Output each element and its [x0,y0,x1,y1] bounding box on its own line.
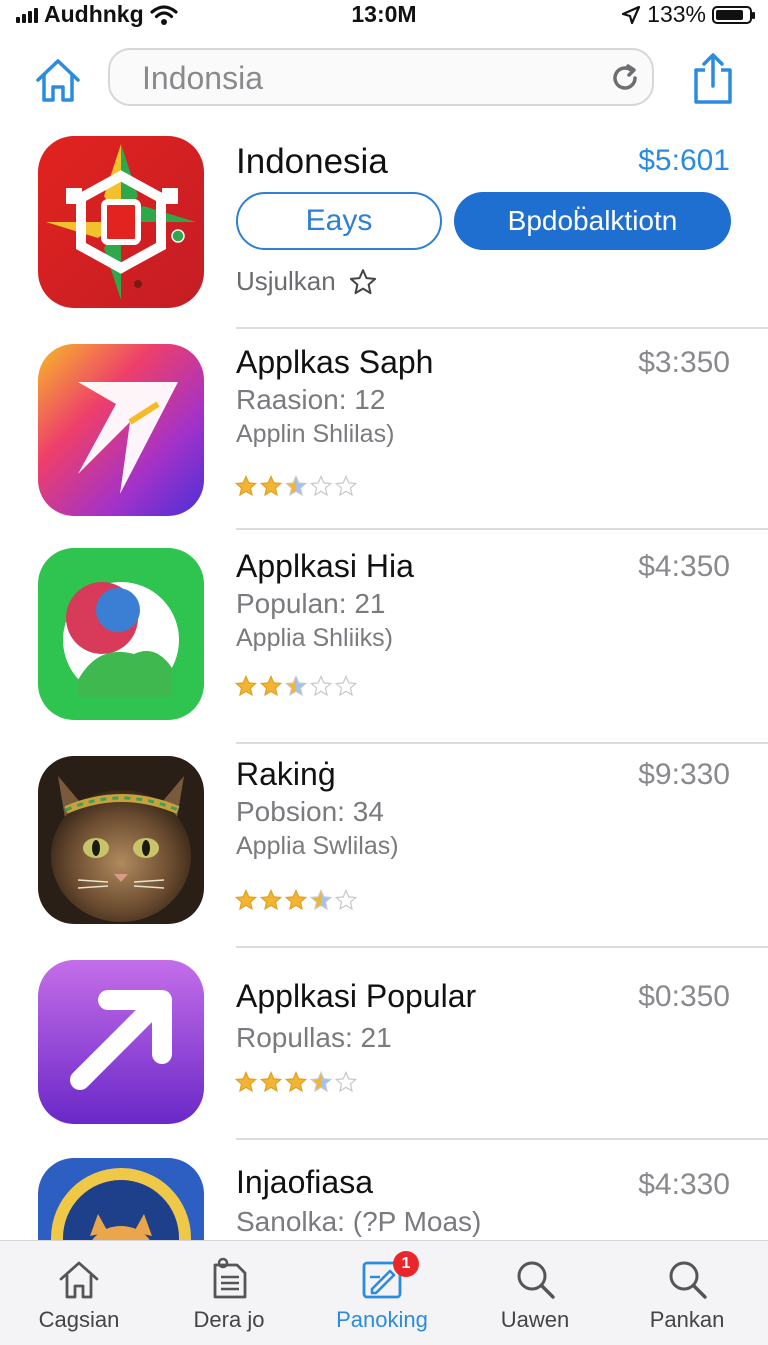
star-half-icon [309,1071,333,1093]
list-item[interactable]: Applkas Saph $3:350 Raasion: 12 Applin S… [0,344,768,524]
notification-badge: 1 [393,1251,419,1277]
featured-subtitle[interactable]: Usjulkan [236,266,378,297]
tab-uawen[interactable]: Uawen [458,1241,612,1345]
tab-label: Cagsian [38,1307,120,1332]
battery-level [716,9,743,20]
list-item[interactable]: Applkasi Popular $0:350 Ropullas: 21 [0,960,768,1130]
star-half-icon [309,889,333,911]
tab-dera-jo[interactable]: Dera jo [152,1241,306,1345]
app-name: Rakinġ [236,756,336,792]
app-rank: Populan: 21 [236,588,386,619]
app-name: Applkasi Popular [236,978,477,1014]
star-filled-icon [234,1071,258,1093]
app-icon-saph[interactable] [38,344,204,516]
featured-solid-button[interactable]: Bpdob̈alktiotn [454,192,731,250]
app-category: Applin Shlilas) [236,420,395,448]
featured-subtitle-label: Usjulkan [236,266,336,296]
search-input[interactable]: Indonsia [108,48,654,106]
star-filled-icon [259,1071,283,1093]
top-nav: Indonsia [0,44,768,116]
list-item[interactable]: Rakinġ $9:330 Pobsion: 34 Applia Swlilas… [0,756,768,936]
app-name: Applkasi Hia [236,548,414,584]
star-half-icon [284,675,308,697]
tab-label: Panoking [336,1307,428,1332]
tab-label: Uawen [500,1307,570,1332]
search-value: Indonsia [142,60,263,96]
app-category: Applia Shliiks) [236,624,394,652]
app-price: $4:350 [638,550,730,583]
tab-label: Pankan [649,1307,725,1332]
app-rank: Sanolka: (?P Moas) [236,1206,482,1237]
star-empty-icon [334,889,358,911]
divider [236,1138,768,1140]
star-filled-icon [234,475,258,497]
divider [236,327,768,329]
app-rank: Pobsion: 34 [236,796,384,827]
app-icon-hia[interactable] [38,548,204,720]
star-filled-icon [234,889,258,911]
app-category: Applia Swlilas) [236,832,399,860]
search-icon [669,1261,707,1299]
app-rank: Ropullas: 21 [236,1022,392,1053]
app-icon-featured[interactable] [38,136,204,308]
app-name: Injaofiasa [236,1164,373,1200]
star-filled-icon [284,1071,308,1093]
rating-stars [234,674,358,698]
search-icon [517,1261,555,1299]
app-price: $3:350 [638,346,730,379]
document-icon [213,1257,247,1299]
app-price: $4:330 [638,1168,730,1201]
star-empty-icon [334,475,358,497]
star-empty-icon [334,675,358,697]
rating-stars [234,1070,358,1094]
divider [236,528,768,530]
status-bar: Audhnkg 13:0M 133% [0,0,768,28]
featured-price: $5:601 [638,144,730,177]
status-right: 133% [621,1,755,28]
star-empty-icon [309,475,333,497]
list-item[interactable]: Injaofiasa $4:330 Sanolka: (?P Moas) [0,1158,768,1240]
divider [236,742,768,744]
app-icon-raking-cat[interactable] [38,756,204,924]
featured-outline-button[interactable]: Eays [236,192,442,250]
rating-stars [234,474,358,498]
divider [236,946,768,948]
star-filled-icon [284,889,308,911]
share-icon[interactable] [690,50,736,106]
rating-stars [234,888,358,912]
featured-app[interactable]: Indonesia $5:601 Eays Bpdob̈alktiotn Usj… [0,136,768,328]
app-icon-injaofiasa[interactable] [38,1158,204,1240]
star-outline-icon[interactable] [348,267,378,297]
reload-icon[interactable] [608,61,642,95]
app-icon-popular[interactable] [38,960,204,1124]
battery-percent: 133% [647,1,706,27]
app-price: $9:330 [638,758,730,791]
star-filled-icon [234,675,258,697]
featured-title: Indonesia [236,142,388,181]
star-empty-icon [309,675,333,697]
star-filled-icon [259,475,283,497]
battery-icon [712,5,755,24]
tab-label: Dera jo [193,1307,265,1332]
app-price: $0:350 [638,980,730,1013]
list-item[interactable]: Applkasi Hia $4:350 Populan: 21 Applia S… [0,548,768,728]
home-icon [59,1261,99,1299]
tab-bar: Cagsian Dera jo 1 Panoking Uawen Pankan [0,1240,768,1345]
star-filled-icon [259,889,283,911]
app-name: Applkas Saph [236,344,434,380]
star-filled-icon [259,675,283,697]
tab-panoking[interactable]: 1 Panoking [305,1241,459,1345]
star-half-icon [284,475,308,497]
star-empty-icon [334,1071,358,1093]
location-arrow-icon [622,5,641,24]
home-icon[interactable] [32,54,84,106]
tab-cagsian[interactable]: Cagsian [2,1241,156,1345]
tab-pankan[interactable]: Pankan [610,1241,764,1345]
app-rank: Raasion: 12 [236,384,386,415]
